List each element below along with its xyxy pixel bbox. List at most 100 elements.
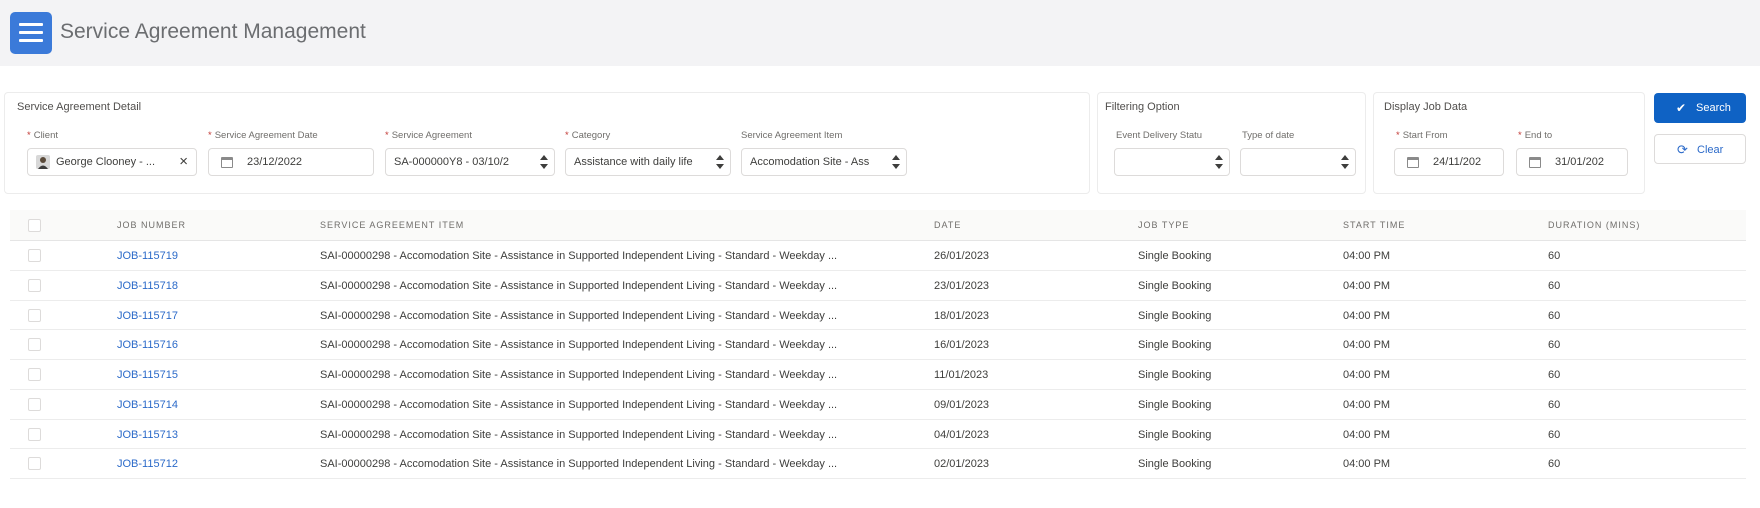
date-cell: 04/01/2023 (934, 428, 990, 441)
row-checkbox[interactable] (28, 308, 41, 322)
column-header-job-number[interactable]: JOB NUMBER (117, 220, 186, 230)
job-type-cell: Single Booking (1138, 279, 1212, 292)
start-time-cell: 04:00 PM (1343, 428, 1391, 441)
type-of-date-label: Type of date (1242, 130, 1295, 141)
row-checkbox[interactable] (28, 427, 41, 441)
job-number-link[interactable]: JOB-115719 (117, 250, 178, 262)
select-arrows-icon (1215, 154, 1223, 170)
panel-title: Service Agreement Detail (17, 101, 142, 113)
service-agreement-item-cell: SAI-00000298 - Accomodation Site - Assis… (320, 339, 838, 352)
table-header: JOB NUMBER SERVICE AGREEMENT ITEM DATE J… (10, 210, 1746, 241)
date-cell: 23/01/2023 (934, 279, 990, 292)
client-value: George Clooney - ... (56, 156, 156, 168)
duration-cell: 60 (1548, 309, 1561, 322)
jobs-table: JOB NUMBER SERVICE AGREEMENT ITEM DATE J… (10, 210, 1746, 479)
event-delivery-status-select[interactable] (1114, 148, 1230, 176)
agreement-date-label: * Service Agreement Date (208, 130, 318, 141)
agreement-date-field[interactable]: 23/12/2022 (208, 148, 374, 176)
table-row: JOB-115718 SAI-00000298 - Accomodation S… (10, 271, 1746, 301)
service-agreement-item-cell: SAI-00000298 - Accomodation Site - Assis… (320, 250, 838, 262)
service-agreement-item-cell: SAI-00000298 - Accomodation Site - Assis… (320, 458, 838, 471)
agreement-item-select[interactable]: Accomodation Site - Ass (741, 148, 907, 176)
checkmark-icon: ✔ (1676, 101, 1687, 115)
calendar-icon (1407, 157, 1419, 168)
job-number-link[interactable]: JOB-115718 (117, 280, 178, 292)
row-checkbox[interactable] (28, 249, 41, 262)
job-type-cell: Single Booking (1138, 458, 1212, 471)
start-time-cell: 04:00 PM (1343, 369, 1391, 381)
category-label: * Category (565, 130, 611, 141)
job-number-link[interactable]: JOB-115716 (117, 339, 178, 351)
date-cell: 18/01/2023 (934, 309, 990, 322)
start-from-date-field[interactable]: 24/11/202 (1394, 148, 1504, 176)
select-arrows-icon (1341, 154, 1349, 170)
service-agreement-item-cell: SAI-00000298 - Accomodation Site - Assis… (320, 369, 838, 381)
row-checkbox[interactable] (28, 368, 41, 381)
refresh-icon: ⟳ (1677, 142, 1688, 157)
column-header-date[interactable]: DATE (934, 220, 961, 230)
date-cell: 09/01/2023 (934, 398, 990, 411)
date-cell: 26/01/2023 (934, 250, 990, 262)
date-cell: 11/01/2023 (934, 369, 989, 381)
menu-icon[interactable] (10, 12, 52, 54)
start-time-cell: 04:00 PM (1343, 398, 1391, 411)
panel-title: Display Job Data (1384, 101, 1468, 113)
start-from-label: * Start From (1396, 130, 1448, 141)
duration-cell: 60 (1548, 250, 1561, 262)
type-of-date-select[interactable] (1240, 148, 1356, 176)
person-avatar-icon (36, 155, 50, 169)
duration-cell: 60 (1548, 458, 1561, 471)
event-delivery-status-label: Event Delivery Statu (1116, 130, 1203, 141)
service-agreement-detail-panel: Service Agreement Detail * Client George … (4, 92, 1090, 194)
duration-cell: 60 (1548, 279, 1561, 292)
job-type-cell: Single Booking (1138, 309, 1212, 322)
job-number-link[interactable]: JOB-115715 (117, 369, 178, 381)
duration-cell: 60 (1548, 369, 1561, 381)
row-checkbox[interactable] (28, 457, 41, 471)
table-row: JOB-115714 SAI-00000298 - Accomodation S… (10, 390, 1746, 420)
end-to-label: * End to (1518, 130, 1553, 141)
client-lookup[interactable]: George Clooney - ... × (27, 148, 197, 176)
service-agreement-item-cell: SAI-00000298 - Accomodation Site - Assis… (320, 279, 838, 292)
panel-title: Filtering Option (1105, 101, 1180, 113)
calendar-icon (1529, 157, 1541, 168)
column-header-job-type[interactable]: JOB TYPE (1138, 220, 1189, 230)
column-header-start-time[interactable]: START TIME (1343, 220, 1405, 230)
service-agreement-label: * Service Agreement (385, 130, 472, 141)
service-agreement-item-cell: SAI-00000298 - Accomodation Site - Assis… (320, 309, 838, 322)
start-time-cell: 04:00 PM (1343, 279, 1391, 292)
job-number-link[interactable]: JOB-115712 (117, 458, 178, 470)
service-agreement-item-cell: SAI-00000298 - Accomodation Site - Assis… (320, 398, 838, 411)
clear-button[interactable]: ⟳ Clear (1654, 134, 1746, 164)
table-row: JOB-115715 SAI-00000298 - Accomodation S… (10, 360, 1746, 390)
service-agreement-select[interactable]: SA-000000Y8 - 03/10/2 (385, 148, 555, 176)
job-type-cell: Single Booking (1138, 339, 1212, 352)
job-number-link[interactable]: JOB-115713 (117, 429, 178, 441)
column-header-duration[interactable]: DURATION (MINS) (1548, 220, 1640, 230)
job-type-cell: Single Booking (1138, 398, 1212, 411)
search-button[interactable]: ✔ Search (1654, 93, 1746, 123)
app-header: Service Agreement Management (0, 0, 1760, 66)
table-row: JOB-115717 SAI-00000298 - Accomodation S… (10, 301, 1746, 331)
job-number-link[interactable]: JOB-115717 (117, 310, 178, 322)
end-to-date-field[interactable]: 31/01/202 (1516, 148, 1628, 176)
job-type-cell: Single Booking (1138, 250, 1212, 262)
filtering-option-panel: Filtering Option Event Delivery Statu Ty… (1097, 92, 1366, 194)
page-title: Service Agreement Management (60, 20, 366, 43)
table-row: JOB-115719 SAI-00000298 - Accomodation S… (10, 241, 1746, 271)
row-checkbox[interactable] (28, 278, 41, 292)
clear-client-icon[interactable]: × (179, 153, 188, 170)
date-cell: 16/01/2023 (934, 339, 990, 352)
select-all-checkbox[interactable] (28, 219, 41, 232)
start-time-cell: 04:00 PM (1343, 458, 1391, 471)
duration-cell: 60 (1548, 428, 1561, 441)
row-checkbox[interactable] (28, 338, 41, 352)
job-number-link[interactable]: JOB-115714 (117, 399, 178, 411)
select-arrows-icon (716, 154, 724, 170)
column-header-service-agreement-item[interactable]: SERVICE AGREEMENT ITEM (320, 220, 464, 230)
category-select[interactable]: Assistance with daily life (565, 148, 731, 176)
row-checkbox[interactable] (28, 397, 41, 411)
date-cell: 02/01/2023 (934, 458, 990, 471)
display-job-data-panel: Display Job Data * Start From 24/11/202 *… (1373, 92, 1645, 194)
start-time-cell: 04:00 PM (1343, 339, 1391, 352)
